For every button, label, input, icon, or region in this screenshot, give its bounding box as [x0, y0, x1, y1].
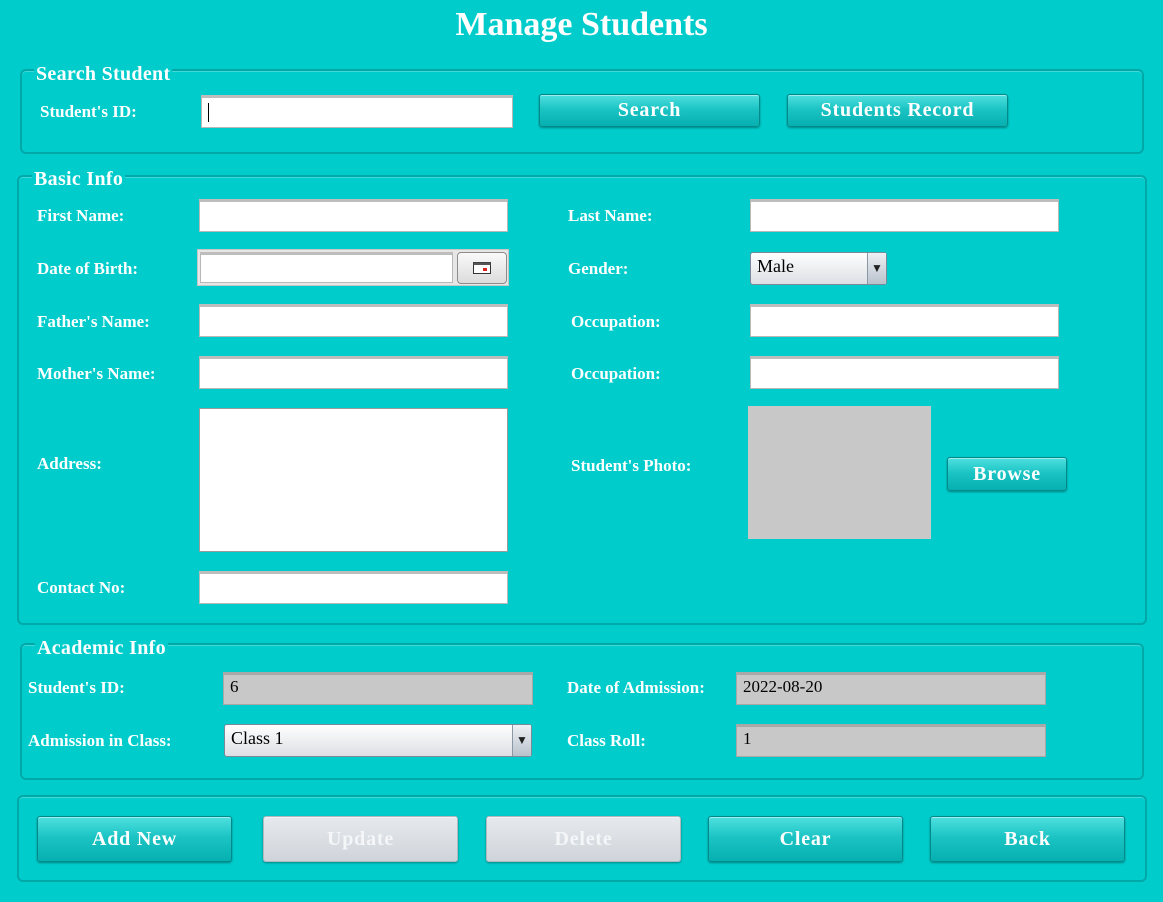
first-name-label: First Name:: [37, 206, 125, 225]
mother-name-label: Mother's Name:: [37, 364, 156, 383]
mother-occupation-label: Occupation:: [571, 364, 661, 383]
dob-input[interactable]: [200, 252, 453, 283]
mother-occupation-input[interactable]: [750, 356, 1059, 389]
clear-button[interactable]: Clear: [708, 816, 903, 862]
academic-id-label: Student's ID:: [28, 678, 125, 697]
father-occupation-input[interactable]: [750, 304, 1059, 337]
gender-select[interactable]: Male ▼: [750, 252, 887, 285]
chevron-down-icon[interactable]: ▼: [867, 253, 886, 284]
text-caret: [208, 103, 209, 122]
gender-selected-value: Male: [757, 256, 794, 276]
mother-name-input[interactable]: [199, 356, 508, 389]
update-button[interactable]: Update: [263, 816, 458, 862]
calendar-button[interactable]: [457, 252, 507, 284]
address-textarea[interactable]: [199, 408, 508, 552]
search-button[interactable]: Search: [539, 94, 760, 127]
class-roll-field: 1: [736, 724, 1046, 757]
basic-info-panel: [17, 175, 1147, 625]
student-photo-label: Student's Photo:: [571, 456, 692, 475]
academic-info-legend: Academic Info: [35, 637, 168, 660]
search-id-label: Student's ID:: [40, 102, 137, 121]
admission-class-label: Admission in Class:: [28, 731, 172, 750]
students-record-button[interactable]: Students Record: [787, 94, 1008, 127]
first-name-input[interactable]: [199, 199, 508, 232]
chevron-down-icon[interactable]: ▼: [512, 725, 531, 756]
contact-no-label: Contact No:: [37, 578, 126, 597]
class-roll-label: Class Roll:: [567, 731, 646, 750]
father-name-input[interactable]: [199, 304, 508, 337]
admission-class-select[interactable]: Class 1 ▼: [224, 724, 532, 757]
admission-date-field: 2022-08-20: [736, 672, 1046, 705]
gender-label: Gender:: [568, 259, 629, 278]
calendar-icon: [473, 262, 491, 274]
last-name-label: Last Name:: [568, 206, 653, 225]
father-name-label: Father's Name:: [37, 312, 150, 331]
address-label: Address:: [37, 454, 102, 473]
page-title: Manage Students: [455, 6, 708, 43]
add-new-button[interactable]: Add New: [37, 816, 232, 862]
basic-info-legend: Basic Info: [32, 168, 126, 191]
search-id-input[interactable]: [201, 95, 513, 128]
father-occupation-label: Occupation:: [571, 312, 661, 331]
contact-no-input[interactable]: [199, 571, 508, 604]
admission-class-selected-value: Class 1: [231, 728, 284, 748]
back-button[interactable]: Back: [930, 816, 1125, 862]
search-student-legend: Search Student: [34, 63, 173, 86]
admission-date-label: Date of Admission:: [567, 678, 705, 697]
dob-label: Date of Birth:: [37, 259, 139, 278]
browse-button[interactable]: Browse: [947, 457, 1067, 491]
delete-button[interactable]: Delete: [486, 816, 681, 862]
last-name-input[interactable]: [750, 199, 1059, 232]
academic-id-field: 6: [223, 672, 533, 705]
academic-info-panel: [20, 643, 1144, 780]
student-photo-preview: [748, 406, 931, 539]
